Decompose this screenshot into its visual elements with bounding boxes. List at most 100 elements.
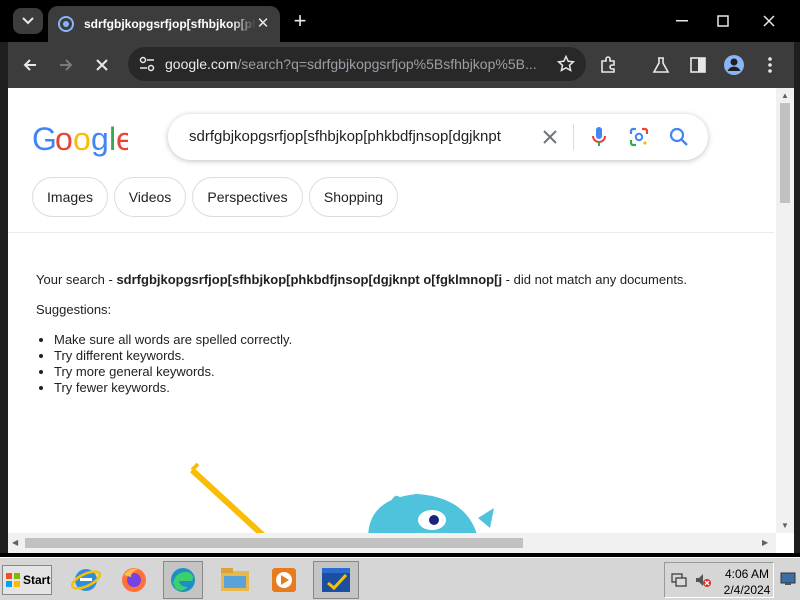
side-panel-icon	[690, 57, 706, 73]
tab-bar: sdrfgbjkopgsrfjop[sfhbjkop[phkbdfjnsop ✕…	[0, 0, 800, 42]
no-results-message: Your search - sdrfgbjkopgsrfjop[sfhbjkop…	[36, 272, 716, 396]
browser-window: sdrfgbjkopgsrfjop[sfhbjkop[phkbdfjnsop ✕…	[0, 0, 800, 553]
folder-icon	[221, 568, 249, 591]
arrow-right-icon	[60, 59, 73, 71]
tab-search-button[interactable]	[13, 8, 43, 34]
profile-button[interactable]	[721, 52, 747, 78]
google-logo[interactable]: G o o g l e	[32, 121, 134, 166]
url-path: /search?q=sdrfgbjkopgsrfjop%5Bsfhbjkop%5…	[237, 56, 537, 72]
chip-videos[interactable]: Videos	[114, 177, 186, 217]
taskbar-firefox[interactable]	[114, 561, 154, 599]
windows-logo-icon	[6, 573, 20, 587]
taskbar-edge[interactable]	[163, 561, 203, 599]
chevron-down-icon	[22, 17, 34, 25]
clear-search-button[interactable]	[538, 125, 562, 149]
side-panel-button[interactable]	[685, 52, 711, 78]
browser-menu-button[interactable]	[757, 52, 783, 78]
svg-text:g: g	[91, 122, 108, 157]
labs-button[interactable]	[648, 52, 674, 78]
result-prefix: Your search -	[36, 272, 117, 287]
svg-text:e: e	[116, 122, 128, 157]
google-logo-icon: G o o g l e	[32, 121, 134, 157]
vertical-scrollbar[interactable]: ▲ ▼	[776, 88, 794, 533]
app-window-icon	[322, 568, 350, 592]
header-divider	[8, 232, 774, 233]
tab-title: sdrfgbjkopgsrfjop[sfhbjkop[phkbdfjnsop	[84, 17, 256, 31]
svg-text:o: o	[55, 122, 72, 157]
scroll-left-icon[interactable]: ◀	[12, 538, 18, 547]
site-settings-icon	[139, 56, 155, 72]
voice-search-button[interactable]	[587, 125, 611, 149]
scroll-down-icon[interactable]: ▼	[781, 521, 789, 530]
suggestions-list: Make sure all words are spelled correctl…	[54, 332, 716, 396]
media-player-icon	[272, 568, 296, 592]
start-label: Start	[23, 573, 51, 587]
search-icon	[669, 127, 688, 146]
internet-explorer-icon	[71, 569, 101, 591]
svg-text:G: G	[32, 122, 56, 157]
avatar-icon	[724, 55, 744, 75]
browser-toolbar: google.com/search?q=sdrfgbjkopgsrfjop%5B…	[8, 42, 794, 88]
list-item: Try fewer keywords.	[54, 380, 716, 396]
taskbar-active-app[interactable]	[313, 561, 359, 599]
maximize-icon	[717, 15, 729, 27]
result-query: sdrfgbjkopgsrfjop[sfhbjkop[phkbdfjnsop[d…	[116, 272, 503, 287]
active-tab[interactable]: sdrfgbjkopgsrfjop[sfhbjkop[phkbdfjnsop ✕	[48, 6, 280, 42]
new-tab-button[interactable]: +	[288, 9, 312, 33]
firefox-icon	[122, 568, 146, 592]
chip-shopping[interactable]: Shopping	[309, 177, 398, 217]
start-button[interactable]: Start	[2, 565, 52, 595]
search-input[interactable]: sdrfgbjkopgsrfjop[sfhbjkop[phkbdfjnsop[d…	[189, 128, 529, 145]
web-page: G o o g l e sdrfgbjkopgsrfjop[sfhbjkop[p…	[8, 88, 794, 553]
suggestions-label: Suggestions:	[36, 302, 112, 317]
puzzle-icon	[601, 56, 615, 73]
scroll-up-icon[interactable]: ▲	[781, 91, 789, 100]
google-lens-icon	[629, 127, 649, 147]
list-item: Try more general keywords.	[54, 364, 716, 380]
clock-time: 4:06 AM	[724, 567, 770, 581]
url-text: google.com/search?q=sdrfgbjkopgsrfjop%5B…	[165, 56, 545, 72]
chip-perspectives[interactable]: Perspectives	[192, 177, 303, 217]
horizontal-scrollbar[interactable]: ◀ ▶	[8, 533, 776, 553]
list-item: Try different keywords.	[54, 348, 716, 364]
show-desktop-icon[interactable]	[780, 572, 796, 586]
forward-button[interactable]	[53, 52, 79, 78]
result-suffix: - did not match any documents.	[502, 272, 688, 287]
kebab-menu-icon	[768, 57, 772, 73]
network-icon[interactable]	[671, 572, 687, 588]
scroll-right-icon[interactable]: ▶	[762, 538, 768, 547]
arrow-left-icon	[23, 59, 36, 71]
back-button[interactable]	[17, 52, 43, 78]
no-results-illustration	[189, 462, 494, 538]
close-icon	[763, 15, 775, 27]
tab-close-icon[interactable]: ✕	[254, 15, 272, 33]
no-results-text: Your search - sdrfgbjkopgsrfjop[sfhbjkop…	[36, 272, 716, 288]
close-window-button[interactable]	[747, 6, 791, 36]
search-button[interactable]	[667, 125, 691, 149]
stop-loading-button[interactable]	[89, 52, 115, 78]
chip-images[interactable]: Images	[32, 177, 108, 217]
vertical-scroll-thumb[interactable]	[780, 103, 790, 203]
extensions-button[interactable]	[595, 52, 621, 78]
flask-icon	[652, 57, 670, 73]
maximize-button[interactable]	[701, 6, 745, 36]
system-clock[interactable]: 4:06 AM 2/4/2024	[718, 566, 776, 598]
search-divider	[573, 124, 574, 150]
taskbar: Start 4:06 AM 2/4/2024	[0, 557, 800, 600]
svg-text:o: o	[73, 122, 90, 157]
horizontal-scroll-thumb[interactable]	[25, 538, 523, 548]
svg-text:l: l	[109, 122, 115, 157]
minimize-icon	[676, 20, 688, 22]
close-icon	[543, 130, 557, 144]
taskbar-internet-explorer[interactable]	[66, 561, 106, 599]
microphone-icon	[592, 127, 606, 146]
minimize-button[interactable]	[660, 6, 704, 36]
address-bar[interactable]: google.com/search?q=sdrfgbjkopgsrfjop%5B…	[128, 47, 586, 81]
volume-muted-icon[interactable]	[695, 572, 711, 588]
taskbar-media-player[interactable]	[264, 561, 304, 599]
taskbar-file-explorer[interactable]	[215, 561, 255, 599]
bookmark-star-icon[interactable]	[557, 55, 575, 73]
image-search-button[interactable]	[627, 125, 651, 149]
search-box[interactable]: sdrfgbjkopgsrfjop[sfhbjkop[phkbdfjnsop[d…	[168, 114, 708, 160]
edge-icon	[171, 568, 195, 592]
